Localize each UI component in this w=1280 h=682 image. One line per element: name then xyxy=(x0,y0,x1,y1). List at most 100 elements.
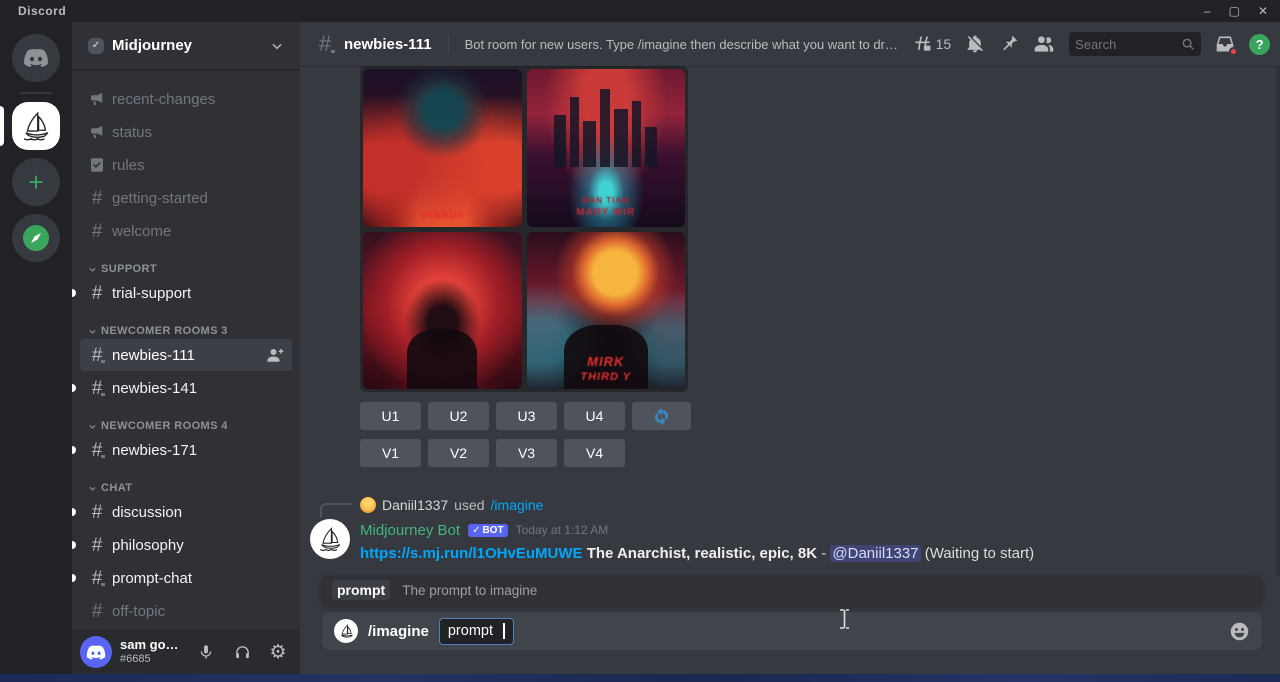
user-panel: sam good… #6685 ⚙ xyxy=(72,630,300,674)
reply-reference[interactable]: Daniil1337 used /imagine xyxy=(360,495,1280,515)
unread-indicator xyxy=(72,508,76,516)
channel-off-topic[interactable]: # off-topic xyxy=(80,595,292,627)
section-chat[interactable]: CHAT xyxy=(80,482,292,494)
image-caption: MIRK xyxy=(527,354,686,369)
server-icon-midjourney[interactable] xyxy=(12,102,60,150)
window-close-button[interactable]: ✕ xyxy=(1258,5,1268,17)
hash-icon: # xyxy=(88,222,106,241)
create-invite-icon[interactable] xyxy=(266,347,284,363)
channel-newbies-141[interactable]: # newbies-141 xyxy=(80,372,292,404)
sailboat-icon xyxy=(338,623,355,640)
v4-button[interactable]: V4 xyxy=(564,439,625,467)
help-button[interactable]: ? xyxy=(1249,34,1270,55)
u3-button[interactable]: U3 xyxy=(496,402,557,430)
bot-badge: ✓ BOT xyxy=(468,524,508,537)
server-rail: + xyxy=(0,22,72,674)
channel-welcome[interactable]: # welcome xyxy=(80,215,292,247)
u1-button[interactable]: U1 xyxy=(360,402,421,430)
generated-image-quadrant-1[interactable]: WIWRUR xyxy=(363,69,522,227)
guild-name: Midjourney xyxy=(112,37,262,54)
reply-spine xyxy=(320,503,352,517)
megaphone-icon xyxy=(88,123,106,141)
message-area: WIWRUR MAN TIAM MARY WIR MIRK xyxy=(300,66,1280,576)
command-bot-avatar xyxy=(334,619,358,643)
variation-button-row: V1 V2 V3 V4 xyxy=(360,439,1280,467)
prompt-image-link[interactable]: https://s.mj.run/l1OHvEuMUWE xyxy=(360,545,583,562)
section-newcomer-rooms-4[interactable]: NEWCOMER ROOMS 4 xyxy=(80,420,292,432)
image-caption: WIWRUR xyxy=(363,210,522,220)
inbox-button[interactable] xyxy=(1215,34,1235,54)
job-status: (Waiting to start) xyxy=(925,545,1034,562)
pinned-messages-button[interactable] xyxy=(999,34,1019,54)
hash-chat-icon: # xyxy=(314,33,336,55)
thread-count: 15 xyxy=(936,36,952,52)
window-minimize-button[interactable]: – xyxy=(1204,5,1211,17)
threads-button[interactable]: 15 xyxy=(913,34,952,54)
user-info[interactable]: sam good… #6685 xyxy=(120,638,184,666)
image-caption: MARY WIR xyxy=(527,207,686,218)
home-button[interactable] xyxy=(12,34,60,82)
hash-chat-icon: # xyxy=(88,569,106,588)
rail-divider xyxy=(20,92,52,94)
reroll-button[interactable] xyxy=(632,402,691,430)
message-author[interactable]: Midjourney Bot xyxy=(360,522,460,539)
channel-newbies-171[interactable]: # newbies-171 xyxy=(80,434,292,466)
guild-header[interactable]: ✓ Midjourney xyxy=(72,22,300,70)
emoji-picker-button[interactable] xyxy=(1229,621,1250,642)
mute-microphone-button[interactable] xyxy=(192,638,220,666)
channel-recent-changes[interactable]: recent-changes xyxy=(80,83,292,115)
microphone-icon xyxy=(198,644,214,660)
search-input[interactable] xyxy=(1075,37,1181,52)
prompt-option-field[interactable]: prompt xyxy=(439,618,514,645)
pin-icon xyxy=(999,34,1019,54)
channel-newbies-111[interactable]: # newbies-111 xyxy=(80,339,292,371)
section-newcomer-rooms-3[interactable]: NEWCOMER ROOMS 3 xyxy=(80,325,292,337)
autocomplete-option-prompt[interactable]: prompt xyxy=(332,580,390,600)
channel-status[interactable]: status xyxy=(80,116,292,148)
channel-rules[interactable]: rules xyxy=(80,149,292,181)
channel-trial-support[interactable]: # trial-support xyxy=(80,277,292,309)
member-list-button[interactable] xyxy=(1033,34,1055,54)
reply-command[interactable]: /imagine xyxy=(491,497,544,513)
hash-icon: # xyxy=(88,189,106,208)
generated-image-quadrant-4[interactable]: MIRK THIRD Y xyxy=(527,232,686,390)
user-avatar[interactable] xyxy=(80,636,112,668)
user-discriminator: #6685 xyxy=(120,653,184,666)
channel-getting-started[interactable]: # getting-started xyxy=(80,182,292,214)
generated-image-quadrant-3[interactable] xyxy=(363,232,522,390)
generated-image-grid[interactable]: WIWRUR MAN TIAM MARY WIR MIRK xyxy=(360,66,688,392)
add-server-button[interactable]: + xyxy=(12,158,60,206)
section-support[interactable]: SUPPORT xyxy=(80,263,292,275)
deafen-button[interactable] xyxy=(228,638,256,666)
reply-user-avatar[interactable] xyxy=(360,497,376,513)
headphones-icon xyxy=(234,644,251,661)
reply-username[interactable]: Daniil1337 xyxy=(382,497,448,513)
search-box[interactable] xyxy=(1069,32,1201,56)
user-settings-button[interactable]: ⚙ xyxy=(264,638,292,666)
notification-settings-button[interactable] xyxy=(965,34,985,54)
explore-servers-button[interactable] xyxy=(12,214,60,262)
message-input-bar[interactable]: /imagine prompt xyxy=(322,612,1262,650)
chevron-down-icon xyxy=(88,422,97,431)
generated-image-quadrant-2[interactable]: MAN TIAM MARY WIR xyxy=(527,69,686,227)
hash-icon: # xyxy=(88,536,106,555)
u4-button[interactable]: U4 xyxy=(564,402,625,430)
v1-button[interactable]: V1 xyxy=(360,439,421,467)
channel-list: recent-changes status rules # getting-st… xyxy=(72,70,300,630)
channel-prompt-chat[interactable]: # prompt-chat xyxy=(80,562,292,594)
bell-muted-icon xyxy=(965,34,985,54)
window-maximize-button[interactable]: ▢ xyxy=(1229,5,1240,17)
chevron-down-icon xyxy=(88,484,97,493)
channel-philosophy[interactable]: # philosophy xyxy=(80,529,292,561)
channel-discussion[interactable]: # discussion xyxy=(80,496,292,528)
bot-avatar[interactable] xyxy=(310,519,350,559)
v3-button[interactable]: V3 xyxy=(496,439,557,467)
channel-topic[interactable]: Bot room for new users. Type /imagine th… xyxy=(465,37,905,52)
u2-button[interactable]: U2 xyxy=(428,402,489,430)
username: sam good… xyxy=(120,638,184,653)
unread-indicator xyxy=(72,446,76,454)
reply-action: used xyxy=(454,497,484,513)
user-mention[interactable]: @Daniil1337 xyxy=(830,545,920,562)
separator: - xyxy=(821,545,826,562)
v2-button[interactable]: V2 xyxy=(428,439,489,467)
